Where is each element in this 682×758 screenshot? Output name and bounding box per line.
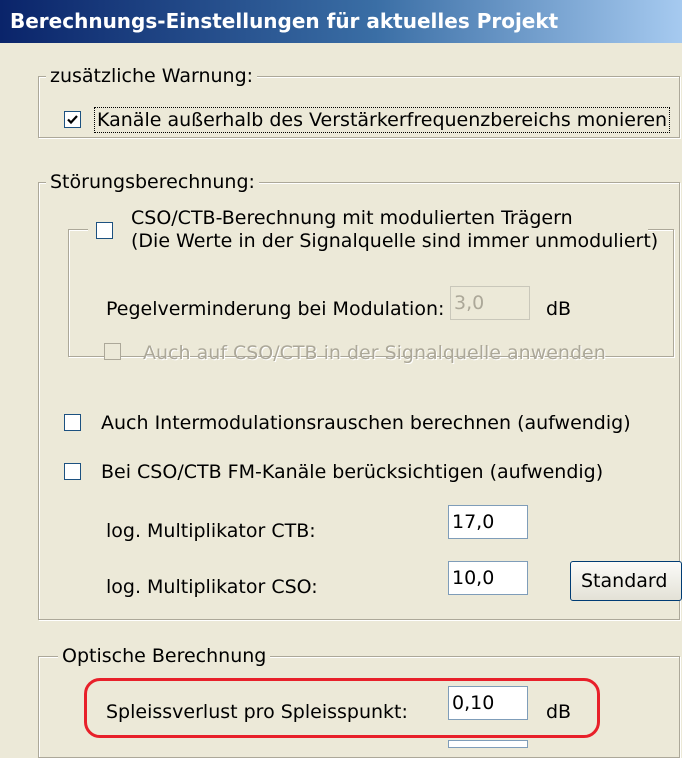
modulated-carriers-label-line1[interactable]: CSO/CTB-Berechnung mit modulierten Träge… — [131, 206, 573, 230]
apply-to-source-checkbox[interactable] — [104, 343, 121, 360]
intermod-noise-checkbox[interactable] — [64, 414, 81, 431]
ctb-multiplier-input[interactable]: 17,0 — [448, 505, 528, 539]
modulated-carriers-checkbox[interactable] — [96, 222, 113, 239]
optical-group-legend: Optische Berechnung — [58, 645, 271, 667]
out-of-range-checkbox[interactable] — [64, 111, 81, 128]
cso-multiplier-label: log. Multiplikator CSO: — [106, 576, 318, 598]
warning-group-legend: zusätzliche Warnung: — [46, 65, 258, 87]
fm-channels-label[interactable]: Bei CSO/CTB FM-Kanäle berücksichtigen (a… — [101, 460, 603, 484]
level-reduction-unit: dB — [546, 298, 572, 320]
splice-loss-highlight — [84, 678, 600, 738]
ctb-multiplier-label: log. Multiplikator CTB: — [106, 520, 316, 542]
fm-channels-checkbox[interactable] — [64, 463, 81, 480]
standard-button[interactable]: Standard — [570, 561, 682, 601]
next-row-input[interactable] — [448, 740, 528, 748]
modulated-carriers-label-line2: (Die Werte in der Signalquelle sind imme… — [131, 230, 659, 252]
window-title: Berechnungs-Einstellungen für aktuelles … — [0, 0, 682, 43]
interference-group-legend: Störungsberechnung: — [46, 171, 259, 193]
out-of-range-label[interactable]: Kanäle außerhalb des Verstärkerfrequenzb… — [93, 107, 671, 133]
intermod-noise-label[interactable]: Auch Intermodulationsrauschen berechnen … — [101, 411, 631, 435]
level-reduction-input[interactable]: 3,0 — [450, 286, 530, 320]
checkmark-icon — [67, 115, 78, 125]
apply-to-source-label[interactable]: Auch auf CSO/CTB in der Signalquelle anw… — [143, 341, 606, 365]
level-reduction-label: Pegelverminderung bei Modulation: — [106, 298, 445, 320]
cso-multiplier-input[interactable]: 10,0 — [448, 561, 528, 595]
